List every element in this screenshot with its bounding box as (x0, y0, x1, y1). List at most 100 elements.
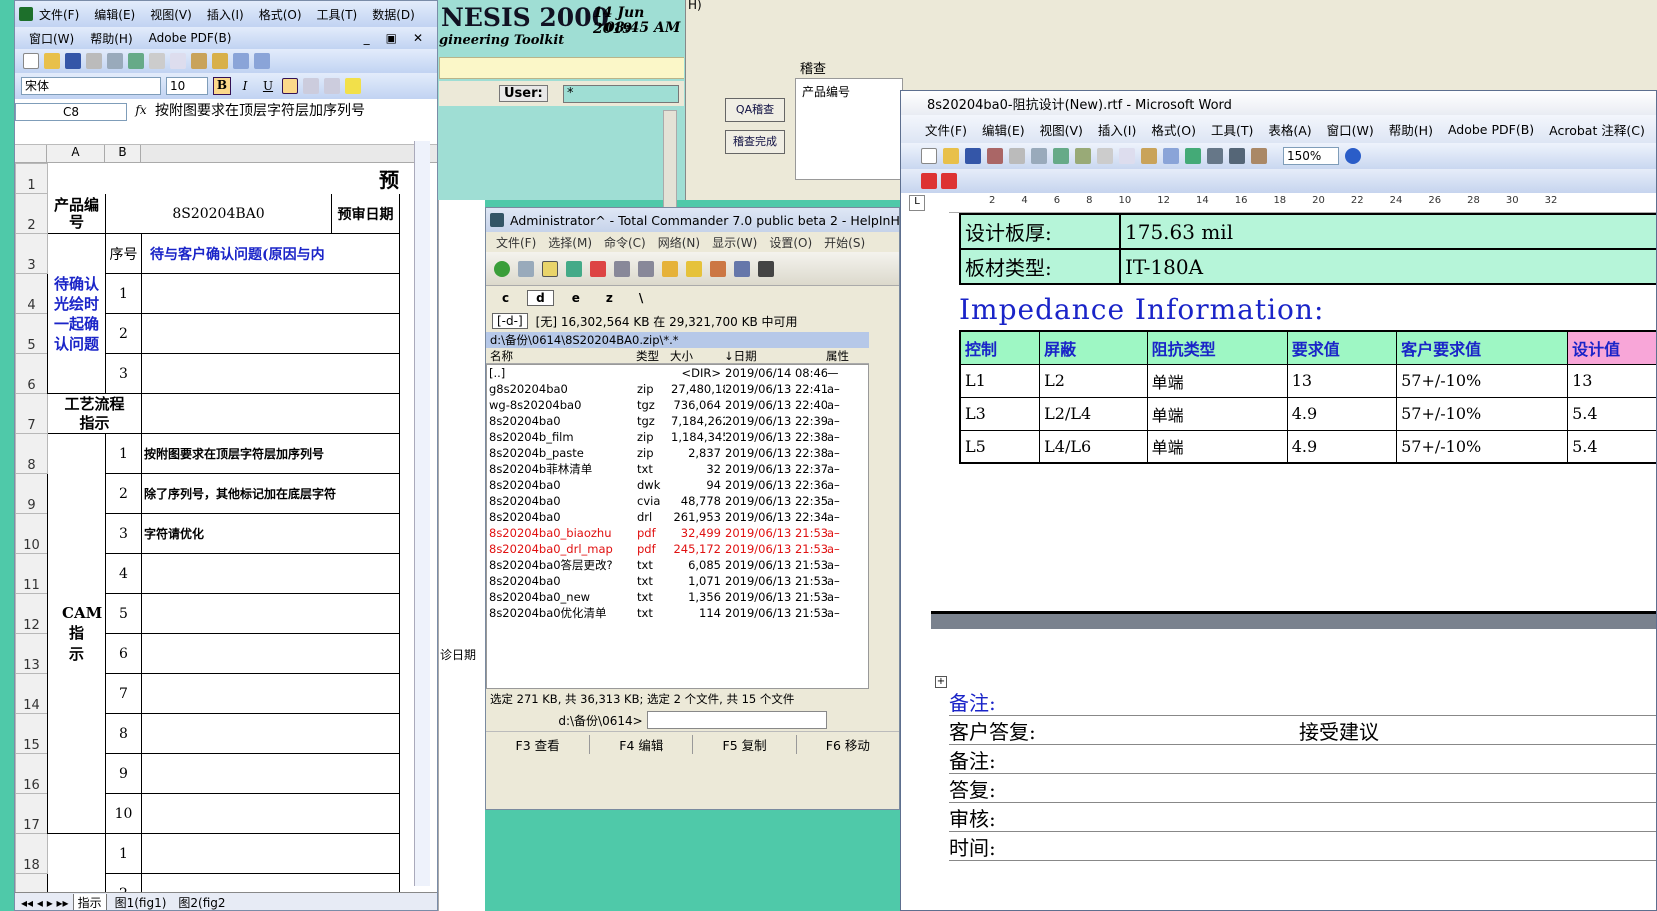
word-columns-icon[interactable] (1229, 148, 1245, 164)
user-field[interactable]: * (563, 85, 679, 103)
row-header[interactable]: 8 (15, 433, 48, 474)
row-header[interactable]: 14 (15, 673, 48, 714)
file-row[interactable]: [..] <DIR> 2019/06/14 08:46— (487, 365, 868, 381)
menu-help[interactable]: 帮助(H) (90, 30, 132, 47)
pack-icon[interactable] (662, 260, 678, 277)
redo-icon[interactable] (254, 53, 270, 69)
file-row[interactable]: wg-8s20204ba0 tgz 736,064 2019/06/13 22:40 a… (487, 397, 868, 413)
tab-selector[interactable]: L (909, 195, 925, 211)
sheet-tab-active[interactable]: 指示 (72, 893, 107, 910)
font-size-select[interactable]: 10 (166, 77, 208, 95)
new-icon[interactable] (23, 53, 39, 69)
file-row[interactable]: 8s20204b_paste zip 2,837 2019/06/13 22:38 a– (487, 445, 868, 461)
menu-insert[interactable]: 插入(I) (207, 6, 244, 23)
vertical-scrollbar[interactable] (414, 141, 430, 886)
word-table-icon[interactable] (1207, 148, 1223, 164)
row-header[interactable]: 4 (15, 273, 48, 314)
file-row[interactable]: 8s20204ba0_biaozhu pdf 32,499 2019/06/13 21… (487, 525, 868, 541)
file-list[interactable]: [..] <DIR> 2019/06/14 08:46— g8s20204ba0 zip… (486, 364, 869, 689)
row-header[interactable]: 5 (15, 313, 48, 354)
align-center-icon[interactable] (303, 78, 319, 94)
row-header[interactable]: 6 (15, 353, 48, 394)
font-name-select[interactable]: 宋体 (21, 77, 161, 95)
menu-format[interactable]: 格式(O) (259, 6, 302, 23)
format-painter-icon[interactable] (212, 53, 228, 69)
row-header[interactable]: 10 (15, 513, 48, 554)
pdf-convert-icon[interactable] (921, 173, 937, 189)
word-save-icon[interactable] (965, 148, 981, 164)
back-icon[interactable] (614, 260, 630, 277)
word-open-icon[interactable] (943, 148, 959, 164)
file-row[interactable]: 8s20204ba0_drl_map pdf 245,172 2019/06/13 2… (487, 541, 868, 557)
save-icon[interactable] (65, 53, 81, 69)
word-undo-icon[interactable] (1163, 148, 1179, 164)
file-row[interactable]: 8s20204ba0 cvia 48,778 2019/06/13 22:35 a– (487, 493, 868, 509)
word-spell-icon[interactable] (1053, 148, 1069, 164)
command-line[interactable] (646, 711, 827, 729)
col-header-a[interactable]: A (47, 145, 105, 162)
word-menu-tools[interactable]: 工具(T) (1211, 120, 1253, 139)
restore-icon[interactable]: ▣ (386, 31, 397, 45)
word-menu-insert[interactable]: 插入(I) (1098, 120, 1136, 139)
menu-file[interactable]: 文件(F) (39, 6, 79, 23)
url-icon[interactable] (734, 260, 750, 277)
word-paste-icon[interactable] (1141, 148, 1157, 164)
row-header[interactable]: 7 (15, 393, 48, 434)
formula-bar[interactable]: 按附图要求在顶层字符层加序列号 (155, 103, 437, 120)
menu-window[interactable]: 窗口(W) (29, 30, 74, 47)
word-menu-acrobat[interactable]: Acrobat 注释(C) (1549, 120, 1645, 139)
unpack-icon[interactable] (686, 260, 702, 277)
bold-button[interactable]: B (213, 77, 231, 95)
minimize-icon[interactable]: _ (364, 31, 370, 45)
tab-nav-icon[interactable]: ◂◂ ◂ ▸ ▸▸ (21, 896, 69, 910)
audit-done-button[interactable]: 稽查完成 (725, 130, 785, 154)
align-right-icon[interactable] (324, 78, 340, 94)
col-date[interactable]: ↓日期 (724, 348, 826, 363)
drive-e[interactable]: e (564, 291, 588, 305)
row-header[interactable]: 2 (15, 193, 48, 234)
print-icon[interactable] (86, 53, 102, 69)
word-menu-format[interactable]: 格式(O) (1151, 120, 1196, 139)
forward-icon[interactable] (638, 260, 654, 277)
col-attr[interactable]: 属性 (826, 348, 856, 363)
drive-c[interactable]: c (494, 291, 517, 305)
word-print-icon[interactable] (1009, 148, 1025, 164)
pdf-email-icon[interactable] (941, 173, 957, 189)
word-menu-adobe[interactable]: Adobe PDF(B) (1448, 122, 1534, 137)
table-move-handle[interactable]: + (935, 676, 947, 688)
qa-audit-button[interactable]: QA稽查 (725, 98, 785, 122)
f5-copy-button[interactable]: F5 复制 (692, 735, 795, 754)
word-menu-file[interactable]: 文件(F) (925, 120, 967, 139)
file-row[interactable]: 8s20204b菲林清单 txt 32 2019/06/13 22:37 a– (487, 461, 868, 477)
corner-cell[interactable] (15, 145, 47, 162)
zoom-select[interactable]: 150% (1283, 147, 1339, 165)
row-header[interactable]: 18 (15, 833, 48, 874)
menu-tools[interactable]: 工具(T) (317, 6, 358, 23)
f6-move-button[interactable]: F6 移动 (795, 735, 899, 754)
preview-icon[interactable] (107, 53, 123, 69)
row-header[interactable]: 1 (15, 163, 48, 194)
col-size[interactable]: 大小 (670, 348, 724, 363)
thumbnail-icon[interactable] (566, 260, 582, 277)
row-header[interactable]: 16 (15, 753, 48, 794)
menu-data[interactable]: 数据(D) (372, 6, 415, 23)
file-row[interactable]: 8s20204ba0答层更改? txt 6,085 2019/06/13 21:53 a… (487, 557, 868, 573)
fill-color-icon[interactable] (345, 78, 361, 94)
row-header[interactable]: 15 (15, 713, 48, 754)
row-header[interactable]: 17 (15, 793, 48, 834)
spell-icon[interactable] (128, 53, 144, 69)
word-drawing-icon[interactable] (1251, 148, 1267, 164)
tc-menu-net[interactable]: 网络(N) (658, 234, 700, 251)
close-icon[interactable]: ✕ (413, 31, 423, 45)
paste-icon[interactable] (191, 53, 207, 69)
row-header[interactable]: 9 (15, 473, 48, 514)
file-row[interactable]: g8s20204ba0 zip 27,480,1862019/06/13 22:41… (487, 381, 868, 397)
file-row[interactable]: 8s20204ba0 dwk 94 2019/06/13 22:36 a– (487, 477, 868, 493)
file-row[interactable]: 8s20204ba0 txt 1,071 2019/06/13 21:53 a– (487, 573, 868, 589)
search-icon[interactable] (758, 260, 774, 277)
word-permission-icon[interactable] (987, 148, 1003, 164)
word-hyperlink-icon[interactable] (1185, 148, 1201, 164)
col-header-b[interactable]: B (105, 145, 141, 162)
file-row[interactable]: 8s20204ba0_new txt 1,356 2019/06/13 21:53 a– (487, 589, 868, 605)
copy-icon[interactable] (170, 53, 186, 69)
